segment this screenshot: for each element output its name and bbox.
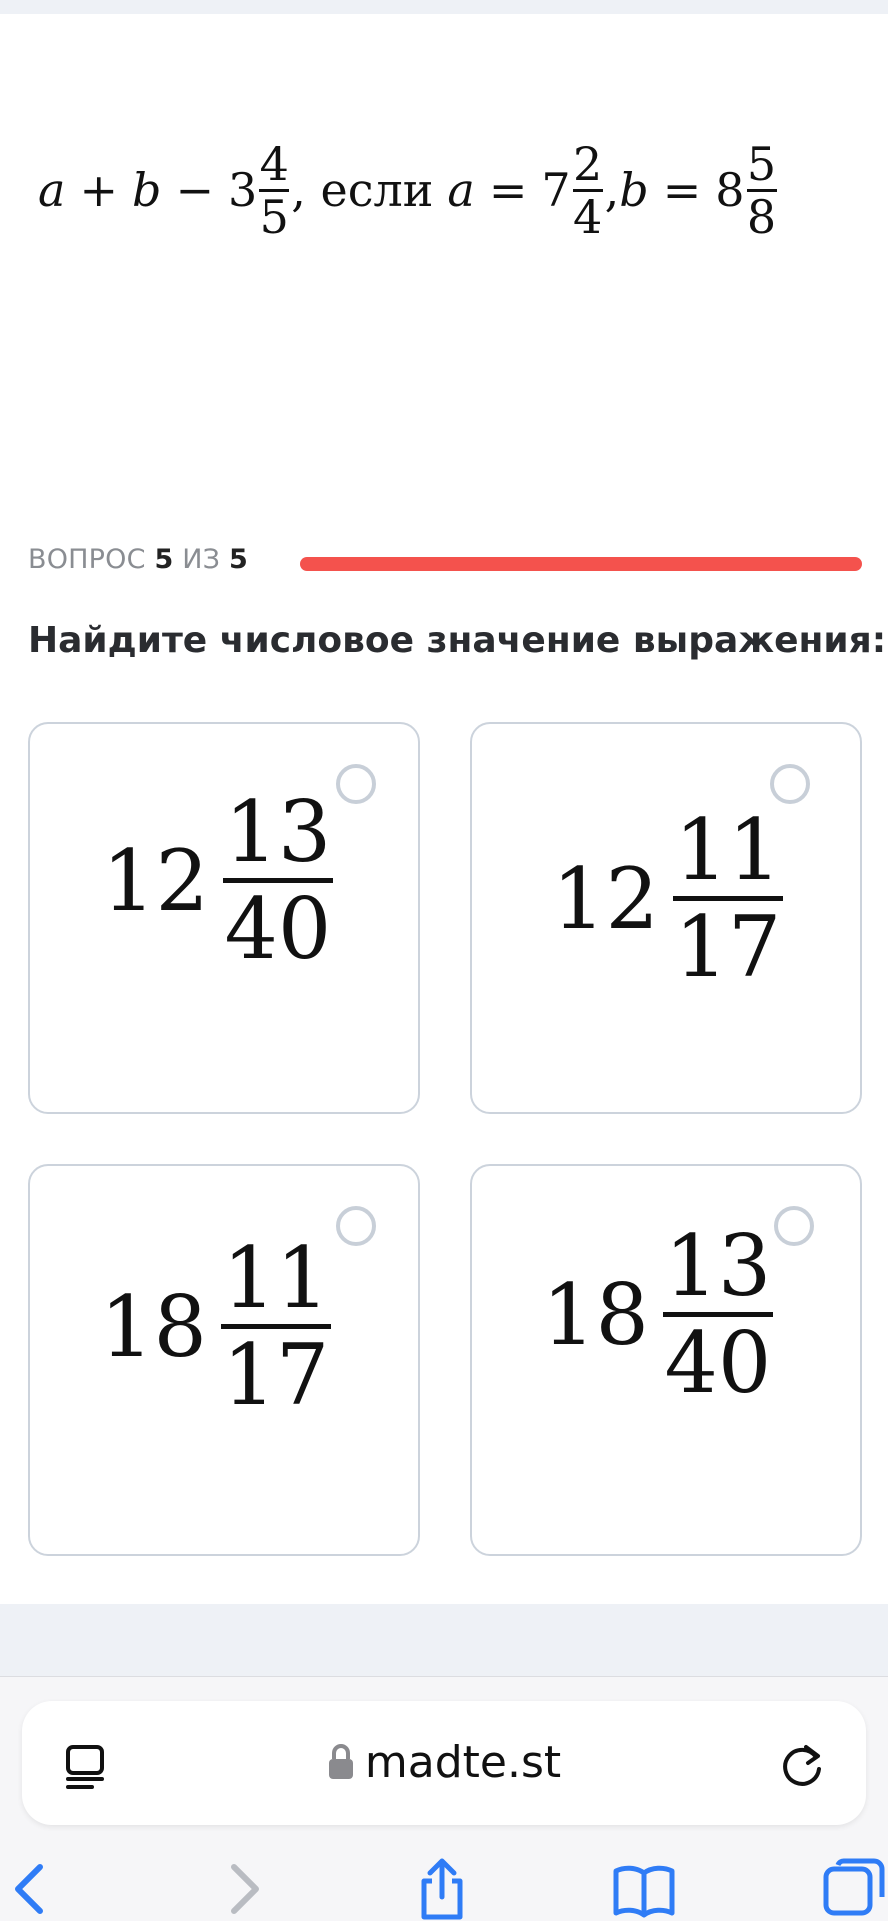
numerator: 11 xyxy=(222,1229,330,1327)
numerator: 11 xyxy=(674,801,782,899)
denominator: 40 xyxy=(224,880,332,978)
back-icon[interactable] xyxy=(0,1857,64,1921)
whole-part: 7 xyxy=(541,163,571,217)
progress-bar xyxy=(300,557,862,571)
fraction: 2 4 xyxy=(572,136,603,244)
bookmarks-icon[interactable] xyxy=(612,1857,676,1921)
tabs-icon[interactable] xyxy=(822,1857,886,1921)
answer-option-3[interactable]: 18 11 17 xyxy=(28,1164,420,1556)
denominator: 17 xyxy=(674,898,782,996)
radio-button[interactable] xyxy=(774,1206,814,1246)
fraction: 11 17 xyxy=(672,801,783,996)
whole-part: 12 xyxy=(552,849,659,948)
answer-value: 18 11 17 xyxy=(100,1232,331,1421)
answer-value: 18 13 40 xyxy=(542,1220,773,1409)
radio-button[interactable] xyxy=(770,764,810,804)
denominator: 4 xyxy=(573,189,603,244)
if-text: , если xyxy=(291,163,434,217)
minus-sign: − xyxy=(175,163,214,217)
denominator: 5 xyxy=(259,189,289,244)
var-a: a xyxy=(38,163,66,217)
counter-sep: ИЗ xyxy=(182,544,221,575)
equals-sign: = xyxy=(662,163,702,217)
counter-current: 5 xyxy=(154,544,174,575)
whole-part: 18 xyxy=(100,1277,207,1376)
numerator: 5 xyxy=(746,136,777,191)
fraction: 13 40 xyxy=(222,783,333,978)
comma: , xyxy=(604,163,620,217)
var-b: b xyxy=(131,163,162,217)
var-b: b xyxy=(619,163,649,217)
denominator: 8 xyxy=(746,189,777,244)
url-display[interactable]: madte.st xyxy=(22,1737,866,1788)
math-expression: a + b − 3 4 5 , если a = 7 2 4 , b = 8 5… xyxy=(38,130,858,250)
question-text: Найдите числовое значение выражения: xyxy=(28,620,887,661)
numerator: 4 xyxy=(259,136,289,191)
radio-button[interactable] xyxy=(336,1206,376,1246)
whole-part: 8 xyxy=(715,163,745,217)
reload-icon[interactable] xyxy=(776,1739,828,1791)
answer-value: 12 11 17 xyxy=(552,804,783,993)
address-bar[interactable]: madte.st xyxy=(22,1701,866,1825)
forward-icon[interactable] xyxy=(210,1857,274,1921)
numerator: 2 xyxy=(573,136,603,191)
whole-part: 12 xyxy=(102,831,209,930)
browser-bar: madte.st xyxy=(0,1676,888,1921)
denominator: 40 xyxy=(664,1314,772,1412)
whole-part: 3 xyxy=(227,163,258,217)
answer-option-2[interactable]: 12 11 17 xyxy=(470,722,862,1114)
radio-button[interactable] xyxy=(336,764,376,804)
fraction: 13 40 xyxy=(662,1217,773,1412)
question-counter: ВОПРОС 5 ИЗ 5 xyxy=(28,544,248,575)
share-icon[interactable] xyxy=(410,1857,474,1921)
top-strip xyxy=(0,0,888,14)
fraction: 4 5 xyxy=(259,136,290,244)
plus-sign: + xyxy=(79,163,118,217)
numerator: 13 xyxy=(664,1217,772,1315)
numerator: 13 xyxy=(224,783,332,881)
whole-part: 18 xyxy=(542,1265,649,1364)
equals-sign: = xyxy=(488,163,528,217)
answer-value: 12 13 40 xyxy=(102,786,333,975)
lock-icon xyxy=(328,1744,353,1779)
answer-option-1[interactable]: 12 13 40 xyxy=(28,722,420,1114)
fraction: 5 8 xyxy=(746,136,777,244)
counter-total: 5 xyxy=(228,544,248,575)
url-text: madte.st xyxy=(364,1737,562,1788)
var-a: a xyxy=(447,163,475,217)
counter-prefix: ВОПРОС xyxy=(28,544,146,575)
fraction: 11 17 xyxy=(220,1229,331,1424)
denominator: 17 xyxy=(222,1326,330,1424)
answer-option-4[interactable]: 18 13 40 xyxy=(470,1164,862,1556)
